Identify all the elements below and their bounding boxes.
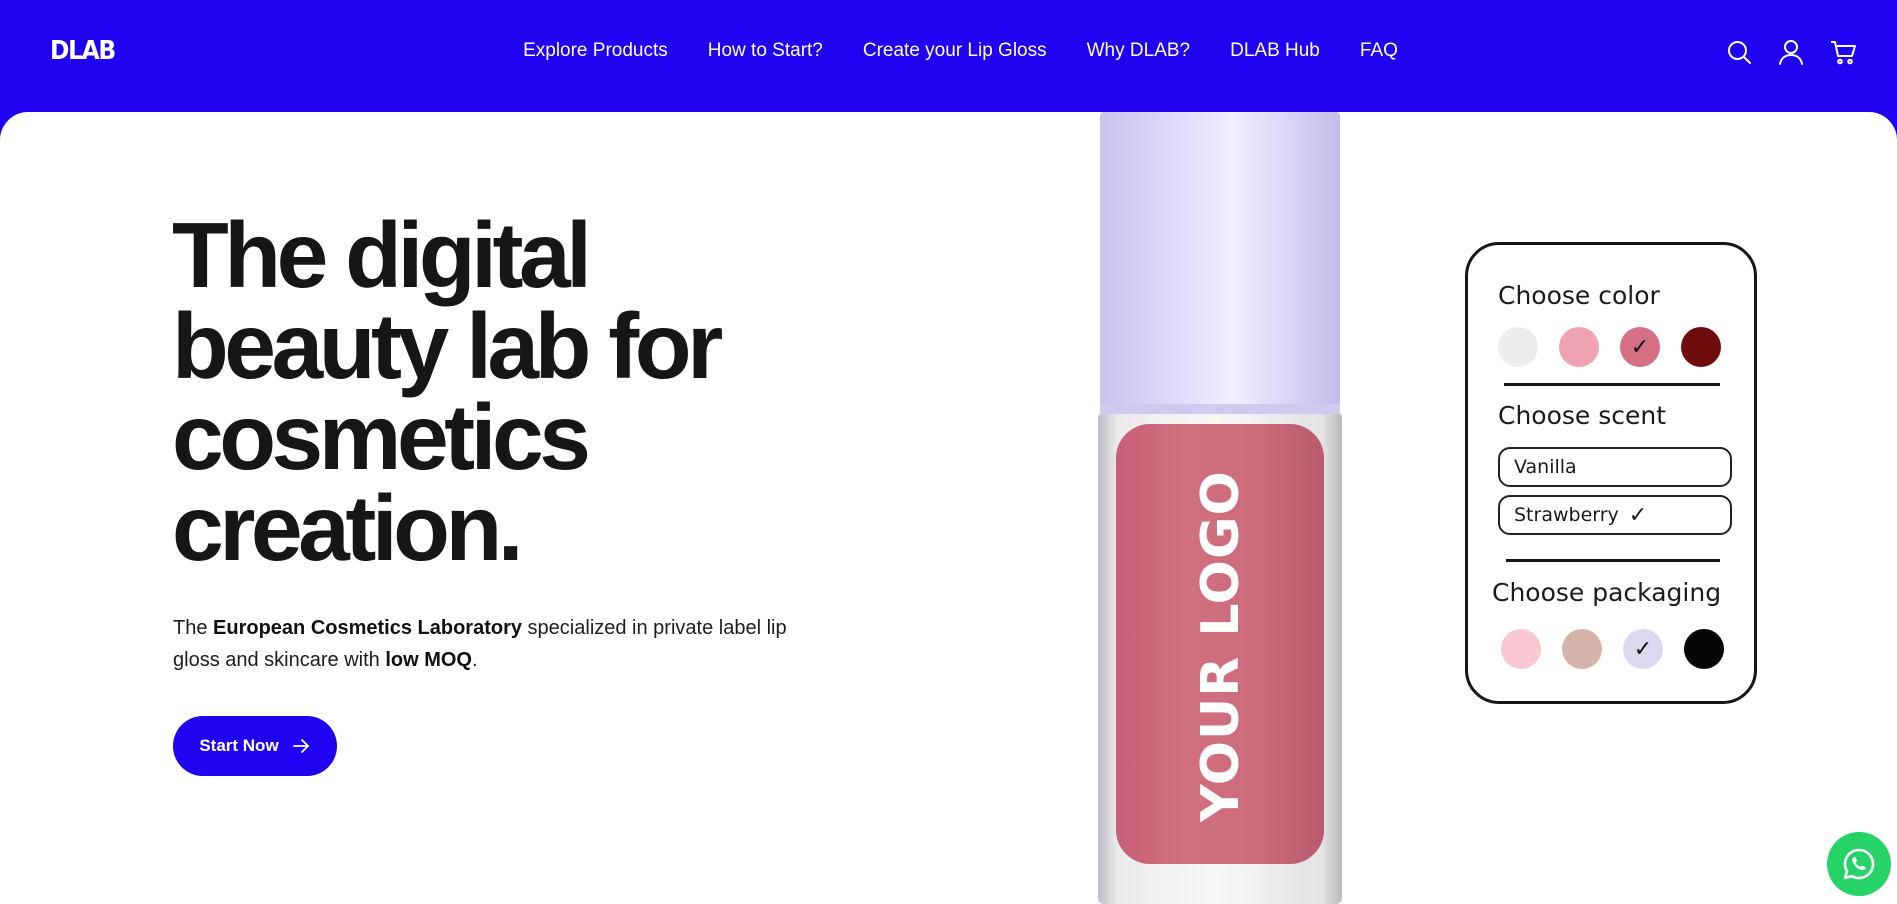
scent-label: Vanilla <box>1514 456 1577 478</box>
packaging-swatch[interactable] <box>1562 629 1602 669</box>
color-swatch[interactable] <box>1559 327 1599 367</box>
start-now-button[interactable]: Start Now <box>173 716 337 776</box>
subtitle-text: The <box>173 617 214 639</box>
color-swatch[interactable]: ✓ <box>1620 327 1660 367</box>
nav-explore-products[interactable]: Explore Products <box>523 40 668 62</box>
config-divider <box>1506 559 1720 562</box>
whatsapp-icon <box>1843 848 1875 880</box>
headline-line: The digital <box>172 203 592 307</box>
cart-icon[interactable] <box>1829 38 1857 66</box>
account-icon[interactable] <box>1777 38 1805 66</box>
subtitle-emphasis: low MOQ <box>385 649 472 671</box>
choose-color-title: Choose color <box>1498 281 1660 310</box>
checkmark-icon: ✓ <box>1628 502 1648 528</box>
lip-gloss-product-image: YOUR LOGO <box>1098 112 1342 904</box>
nav-dlab-hub[interactable]: DLAB Hub <box>1230 40 1320 62</box>
arrow-right-icon <box>292 739 309 753</box>
packaging-swatch[interactable] <box>1684 629 1724 669</box>
hero-headline: The digital beauty lab for cosmetics cre… <box>172 203 812 580</box>
subtitle-text: . <box>472 649 478 671</box>
scent-option-strawberry[interactable]: Strawberry ✓ <box>1498 495 1732 535</box>
header-actions <box>1725 38 1857 66</box>
search-icon[interactable] <box>1725 38 1753 66</box>
site-header: DLAB Explore Products How to Start? Crea… <box>0 0 1897 112</box>
packaging-swatch[interactable]: ✓ <box>1623 629 1663 669</box>
headline-line: beauty lab for <box>172 294 723 398</box>
product-configurator-card: Choose color ✓ Choose scent Vanilla Stra… <box>1465 242 1757 704</box>
main-nav: Explore Products How to Start? Create yo… <box>0 40 1897 62</box>
nav-faq[interactable]: FAQ <box>1360 40 1398 62</box>
scent-label: Strawberry <box>1514 504 1619 526</box>
nav-how-to-start[interactable]: How to Start? <box>708 40 823 62</box>
scent-option-vanilla[interactable]: Vanilla <box>1498 447 1732 487</box>
your-logo-text: YOUR LOGO <box>1191 470 1251 823</box>
headline-line: cosmetics <box>172 385 591 489</box>
start-now-label: Start Now <box>199 736 279 755</box>
nav-create-lip-gloss[interactable]: Create your Lip Gloss <box>863 40 1047 62</box>
choose-packaging-title: Choose packaging <box>1492 578 1722 607</box>
hero-section: The digital beauty lab for cosmetics cre… <box>0 112 1897 904</box>
config-divider <box>1504 383 1720 386</box>
headline-line: creation. <box>172 476 524 580</box>
nav-why-dlab[interactable]: Why DLAB? <box>1087 40 1190 62</box>
choose-scent-title: Choose scent <box>1498 401 1667 430</box>
packaging-swatch[interactable] <box>1501 629 1541 669</box>
color-swatch[interactable] <box>1681 327 1721 367</box>
subtitle-emphasis: European Cosmetics Laboratory <box>213 617 522 639</box>
whatsapp-chat-button[interactable] <box>1827 832 1891 896</box>
color-swatch[interactable] <box>1498 327 1538 367</box>
hero-subtitle: The European Cosmetics Laboratory specia… <box>173 612 813 676</box>
